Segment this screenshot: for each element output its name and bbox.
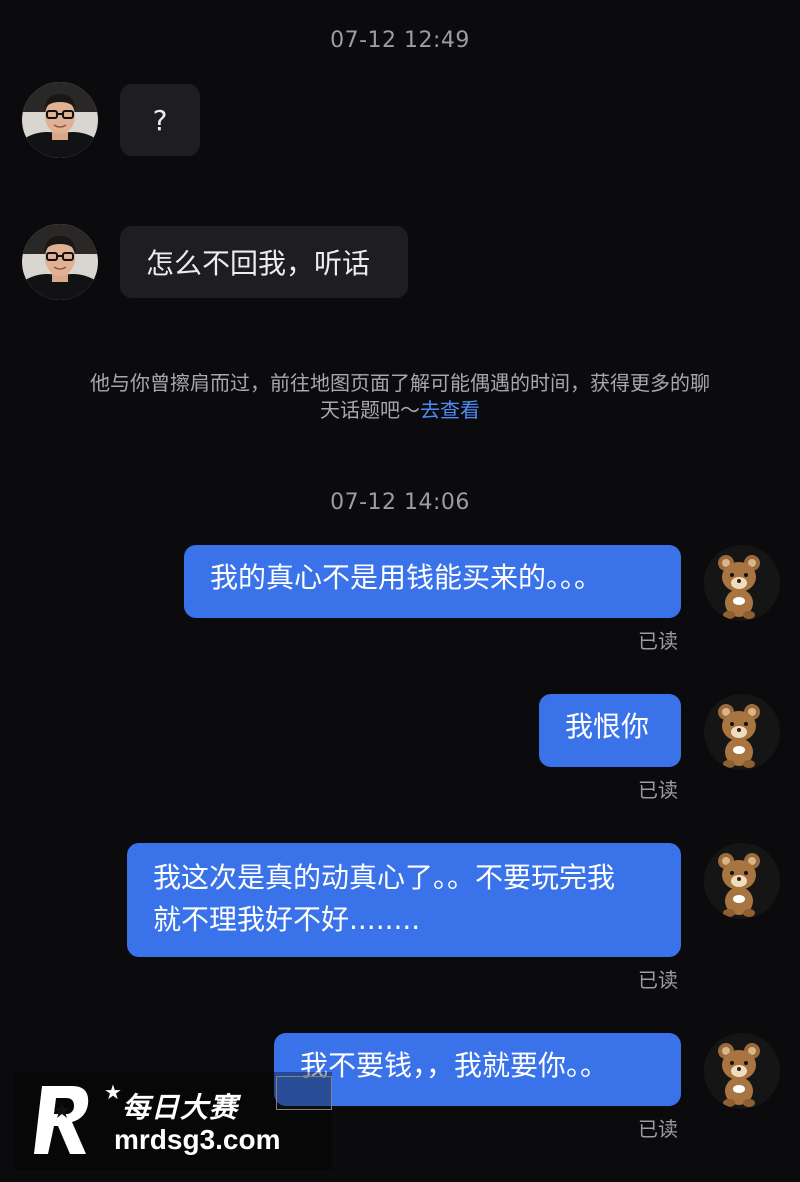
read-receipt: 已读 [638,629,678,653]
man-avatar-icon [22,82,98,158]
watermark-url: mrdsg3.com [114,1124,281,1155]
bear-avatar-icon [704,1033,780,1109]
message-text: 我恨你 [565,710,650,743]
timestamp: 07-12 12:49 [330,28,470,53]
read-receipt: 已读 [638,1117,678,1141]
watermark: ★ 每日大赛 mrdsg3.com [14,1072,332,1170]
man-avatar-icon [22,224,98,300]
outgoing-message-bubble[interactable]: 我恨你 [539,694,681,767]
read-receipt: 已读 [638,968,678,992]
message-text-line: 我这次是真的动真心了。。不要玩完我 [153,861,616,894]
watermark-title: 每日大赛 [122,1091,239,1124]
sender-avatar[interactable] [22,224,98,300]
sender-avatar[interactable] [22,82,98,158]
message-text: 我的真心不是用钱能买来的。。。 [210,561,603,594]
bear-avatar-icon [704,694,780,770]
timestamp: 07-12 14:06 [330,490,470,515]
star-icon: ★ [104,1080,122,1104]
message-text: 我不要钱，，我就要你。。 [300,1049,609,1082]
self-avatar[interactable] [704,545,780,621]
incoming-message-bubble[interactable]: 怎么不回我，听话 [120,226,408,298]
self-avatar[interactable] [704,1033,780,1109]
r-star-logo-icon [34,1086,89,1154]
bear-avatar-icon [704,545,780,621]
encounter-notice: 他与你曾擦肩而过，前往地图页面了解可能偶遇的时间，获得更多的聊天话题吧～去查看 [90,370,710,424]
message-text-line: 就不理我好不好........ [153,903,421,936]
notice-text: 他与你曾擦肩而过，前往地图页面了解可能偶遇的时间，获得更多的聊天话题吧～ [90,371,710,422]
read-receipt: 已读 [638,778,678,802]
outgoing-message-bubble[interactable]: 我不要钱，，我就要你。。 [274,1033,681,1106]
self-avatar[interactable] [704,694,780,770]
outgoing-message-bubble[interactable]: 我的真心不是用钱能买来的。。。 [184,545,681,618]
outgoing-message-bubble[interactable]: 我这次是真的动真心了。。不要玩完我 就不理我好不好........ [127,843,681,957]
self-avatar[interactable] [704,843,780,919]
bear-avatar-icon [704,843,780,919]
view-map-link[interactable]: 去查看 [420,398,480,422]
incoming-message-bubble[interactable]: ? [120,84,200,156]
message-text: 怎么不回我，听话 [146,247,371,280]
message-text: ? [152,103,168,137]
